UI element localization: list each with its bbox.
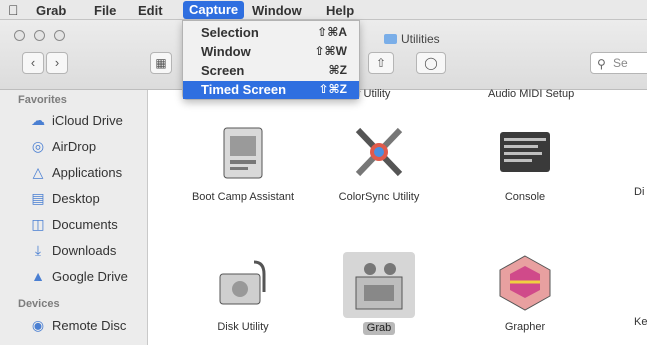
grab-icon: [355, 263, 403, 310]
sidebar-item-google-drive[interactable]: ▲ Google Drive: [30, 267, 146, 287]
menu-window[interactable]: Window: [252, 3, 302, 18]
airdrop-icon: ◎: [31, 138, 45, 154]
google-drive-icon: ▲: [31, 268, 45, 284]
menu-item-timed-screen[interactable]: Timed Screen ⇧⌘Z: [183, 81, 359, 99]
boot-camp-icon: [223, 127, 263, 179]
close-window-icon[interactable]: [14, 30, 25, 41]
menu-edit[interactable]: Edit: [138, 3, 163, 18]
console-icon: [500, 132, 550, 172]
menu-capture[interactable]: Capture: [183, 1, 245, 19]
file-item-console[interactable]: Console: [470, 122, 580, 204]
disk-utility-icon: [219, 260, 266, 305]
file-item-boot-camp[interactable]: Boot Camp Assistant: [188, 122, 298, 204]
file-item-grapher[interactable]: Grapher: [470, 252, 580, 334]
documents-icon: ◫: [31, 216, 45, 232]
shortcut-timed-screen: ⇧⌘Z: [318, 82, 347, 96]
search-placeholder: Se: [613, 56, 628, 70]
zoom-window-icon[interactable]: [54, 30, 65, 41]
desktop-icon: ▤: [31, 190, 45, 206]
file-item-partial-ke[interactable]: Ke: [594, 252, 647, 329]
menu-bar:  Grab File Edit Capture Window Help: [0, 0, 647, 20]
cloud-icon: ☁: [31, 112, 45, 128]
sidebar: Favorites ☁ iCloud Drive ◎ AirDrop △ App…: [0, 90, 148, 345]
shortcut-screen: ⌘Z: [328, 63, 347, 77]
search-input[interactable]: ⚲ Se: [590, 52, 647, 74]
menu-file[interactable]: File: [94, 3, 116, 18]
search-icon: ⚲: [597, 57, 606, 71]
downloads-icon: ⤓: [34, 242, 42, 258]
colorsync-icon: [355, 127, 403, 177]
apple-menu-icon[interactable]: : [8, 2, 19, 18]
file-grid: ...ery Utility Audio MIDI Setup Boot Cam…: [148, 88, 647, 345]
view-mode-icon[interactable]: ▦: [150, 52, 172, 74]
file-item-colorsync-utility[interactable]: ColorSync Utility: [324, 122, 434, 204]
disc-icon: ◉: [31, 317, 45, 333]
menu-help[interactable]: Help: [326, 3, 354, 18]
grab-selection: [343, 252, 415, 318]
sidebar-favorites-header: Favorites: [18, 94, 67, 106]
minimize-window-icon[interactable]: [34, 30, 45, 41]
sidebar-item-applications[interactable]: △ Applications: [30, 163, 146, 183]
sidebar-item-downloads[interactable]: ⤓ Downloads: [30, 241, 146, 261]
sidebar-devices-header: Devices: [18, 298, 60, 310]
tag-icon[interactable]: ◯: [416, 52, 446, 74]
file-item-grab[interactable]: Grab: [324, 252, 434, 336]
sidebar-item-documents[interactable]: ◫ Documents: [30, 215, 146, 235]
forward-button[interactable]: ›: [46, 52, 68, 74]
sidebar-item-desktop[interactable]: ▤ Desktop: [30, 189, 146, 209]
audio-midi-setup-label[interactable]: Audio MIDI Setup: [488, 88, 574, 100]
file-item-partial-di[interactable]: Di: [594, 122, 647, 199]
folder-icon: [384, 34, 397, 44]
window-title: Utilities: [384, 32, 440, 46]
capture-menu-dropdown: Selection ⇧⌘A Window ⇧⌘W Screen ⌘Z Timed…: [182, 20, 360, 100]
menu-item-screen[interactable]: Screen ⌘Z: [183, 62, 359, 80]
share-icon[interactable]: ⇧: [368, 52, 394, 74]
sidebar-item-icloud-drive[interactable]: ☁ iCloud Drive: [30, 111, 146, 131]
menu-item-selection[interactable]: Selection ⇧⌘A: [183, 24, 359, 42]
menu-grab[interactable]: Grab: [36, 3, 66, 18]
partial-icon: [594, 122, 647, 182]
sidebar-item-remote-disc[interactable]: ◉ Remote Disc: [30, 316, 146, 336]
applications-icon: △: [32, 164, 44, 180]
sidebar-item-airdrop[interactable]: ◎ AirDrop: [30, 137, 146, 157]
shortcut-window: ⇧⌘W: [314, 44, 347, 58]
partial-icon: [594, 252, 647, 312]
file-item-disk-utility[interactable]: Disk Utility: [188, 252, 298, 334]
shortcut-selection: ⇧⌘A: [317, 25, 347, 39]
back-button[interactable]: ‹: [22, 52, 44, 74]
menu-item-window[interactable]: Window ⇧⌘W: [183, 43, 359, 61]
grapher-icon: [499, 255, 551, 311]
